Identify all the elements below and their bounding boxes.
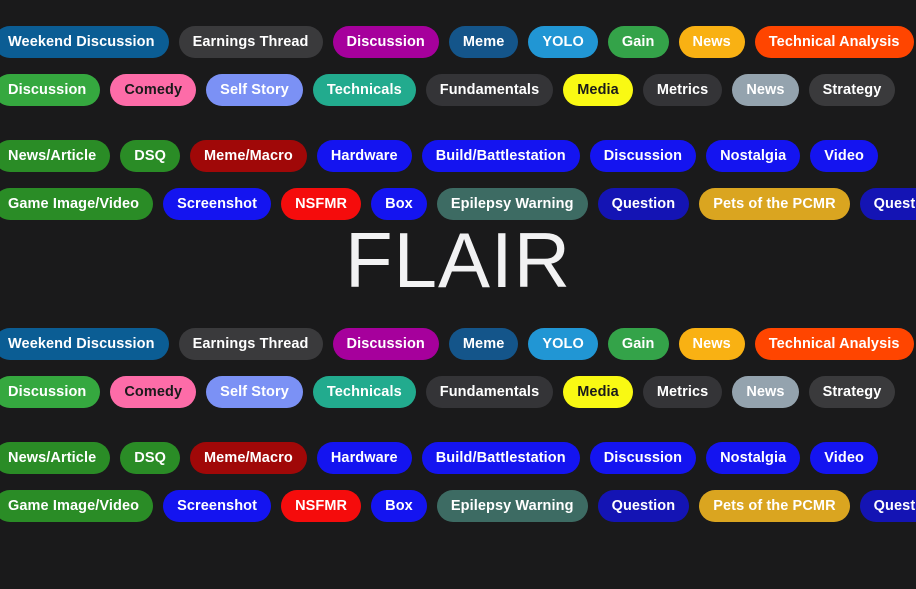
flair-section-top: Weekend Discussion Earnings Thread Discuss… [0,25,916,221]
flair-chip[interactable]: News [678,26,745,58]
flair-group-group-bottom: Weekend Discussion Earnings Thread Discuss… [0,327,916,523]
flair-chip[interactable]: Question [859,188,916,220]
flair-chip[interactable]: Video [810,140,878,172]
flair-chip[interactable]: Box [371,490,427,522]
flair-chip[interactable]: YOLO [528,26,598,58]
flair-chip[interactable]: Gain [607,26,669,58]
page-title: FLAIR [344,216,572,304]
flair-chip[interactable]: DSQ [120,442,180,474]
flair-chip[interactable]: Video [810,442,878,474]
flair-chip[interactable]: News/Article [0,140,111,172]
flair-section-bottom: Weekend Discussion Earnings Thread Discuss… [0,327,916,523]
flair-chip[interactable]: Question [597,188,690,220]
flair-chip[interactable]: Self Story [206,74,303,106]
flair-chip[interactable]: Discussion [332,26,439,58]
flair-chip[interactable]: Hardware [316,442,412,474]
flair-chip[interactable]: News [678,328,745,360]
flair-chip[interactable]: Screenshot [163,490,272,522]
flair-chip[interactable]: Metrics [642,74,723,106]
flair-chip[interactable]: News [732,376,799,408]
flair-chip[interactable]: Strategy [808,376,896,408]
flair-row-row-wsb-1: Weekend Discussion Earnings Thread Discuss… [0,25,916,59]
flair-chip[interactable]: Weekend Discussion [0,328,169,360]
flair-chip[interactable]: Technicals [312,376,416,408]
flair-chip[interactable]: Weekend Discussion [0,26,169,58]
flair-chip[interactable]: Discussion [589,140,697,172]
flair-chip[interactable]: YOLO [528,328,598,360]
flair-row-row-wsb-2: Discussion Comedy Self Story Technicals Fund… [0,375,916,409]
flair-chip[interactable]: Media [563,74,633,106]
flair-chip[interactable]: Meme/Macro [189,442,307,474]
flair-chip[interactable]: Technicals [312,74,416,106]
flair-row-row-pcmr-2: Game Image/Video Screenshot NSFMR Box Epilep… [0,489,916,523]
flair-chip[interactable]: Discussion [0,74,101,106]
flair-chip[interactable]: Discussion [0,376,101,408]
flair-row-row-wsb-2: Discussion Comedy Self Story Technicals Fund… [0,73,916,107]
flair-chip[interactable]: NSFMR [281,490,362,522]
flair-chip[interactable]: Comedy [110,74,197,106]
flair-chip[interactable]: News/Article [0,442,111,474]
flair-chip[interactable]: Game Image/Video [0,490,154,522]
flair-chip[interactable]: DSQ [120,140,180,172]
flair-chip[interactable]: Comedy [110,376,197,408]
flair-chip[interactable]: Nostalgia [706,140,801,172]
flair-chip[interactable]: Fundamentals [425,74,554,106]
flair-chip[interactable]: Media [563,376,633,408]
flair-chip[interactable]: Meme/Macro [189,140,307,172]
top-spacer [0,0,916,25]
flair-chip[interactable]: News [732,74,799,106]
flair-chip[interactable]: Self Story [206,376,303,408]
flair-chip[interactable]: Gain [607,328,669,360]
flair-chip[interactable]: Technical Analysis [754,328,914,360]
flair-group-group-top: Weekend Discussion Earnings Thread Discuss… [0,25,916,221]
flair-chip[interactable]: Meme [448,328,519,360]
flair-chip[interactable]: Screenshot [163,188,272,220]
flair-chip[interactable]: Pets of the PCMR [699,490,850,522]
flair-chip[interactable]: Earnings Thread [178,328,323,360]
flair-chip[interactable]: Build/Battlestation [421,442,580,474]
flair-chip[interactable]: Pets of the PCMR [699,188,850,220]
flair-chip[interactable]: Question [597,490,690,522]
flair-row-row-pcmr-1: News/Article DSQ Meme/Macro Hardware Build/B… [0,139,916,173]
flair-chip[interactable]: Metrics [642,376,723,408]
flair-chip[interactable]: Nostalgia [706,442,801,474]
flair-chip[interactable]: Epilepsy Warning [436,490,588,522]
flair-chip[interactable]: Game Image/Video [0,188,154,220]
flair-chip[interactable]: Strategy [808,74,896,106]
flair-chip[interactable]: Discussion [332,328,439,360]
page-title-wrapper: FLAIR [0,221,916,299]
flair-chip[interactable]: Discussion [589,442,697,474]
flair-chip[interactable]: Question [859,490,916,522]
flair-chip[interactable]: Meme [448,26,519,58]
flair-chip[interactable]: Earnings Thread [178,26,323,58]
flair-chip[interactable]: Fundamentals [425,376,554,408]
flair-chip[interactable]: Technical Analysis [754,26,914,58]
flair-row-row-wsb-1: Weekend Discussion Earnings Thread Discuss… [0,327,916,361]
flair-chip[interactable]: Hardware [316,140,412,172]
flair-page: Weekend Discussion Earnings Thread Discuss… [0,0,916,589]
flair-row-row-pcmr-1: News/Article DSQ Meme/Macro Hardware Build/B… [0,441,916,475]
flair-chip[interactable]: Build/Battlestation [421,140,580,172]
